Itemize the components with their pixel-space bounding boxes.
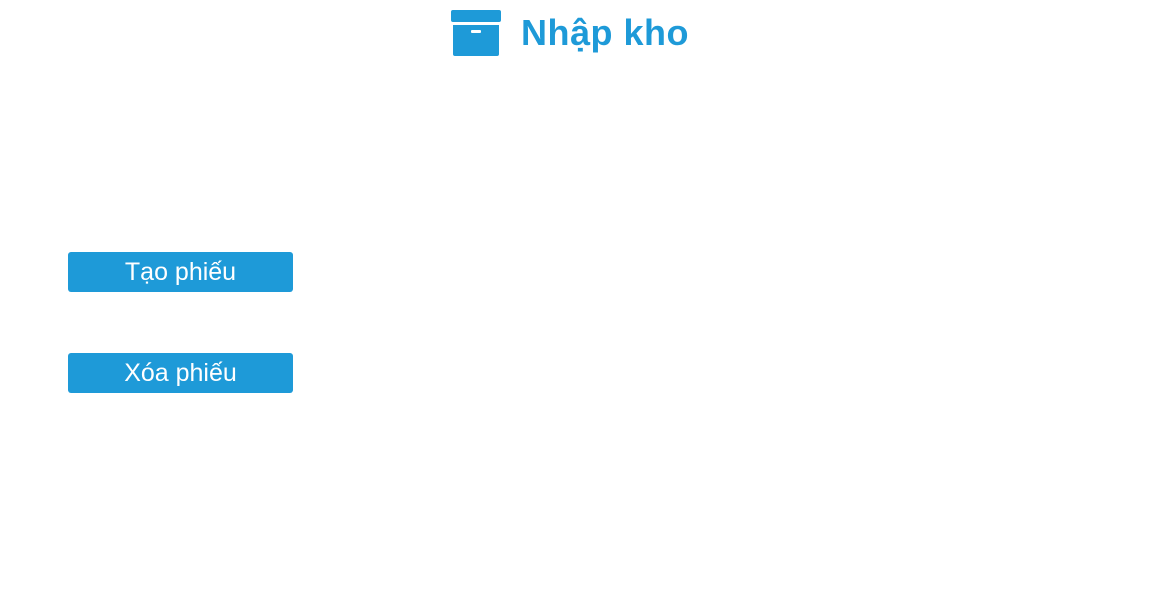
delete-slip-button[interactable]: Xóa phiếu [68, 353, 293, 393]
box-handle [471, 30, 481, 33]
create-slip-button[interactable]: Tạo phiếu [68, 252, 293, 292]
archive-box-icon [451, 10, 501, 56]
page-header: Nhập kho [451, 10, 689, 56]
page: Nhập kho Tạo phiếu Xóa phiếu [0, 0, 1150, 600]
page-title: Nhập kho [521, 12, 690, 53]
box-lid [451, 10, 501, 22]
